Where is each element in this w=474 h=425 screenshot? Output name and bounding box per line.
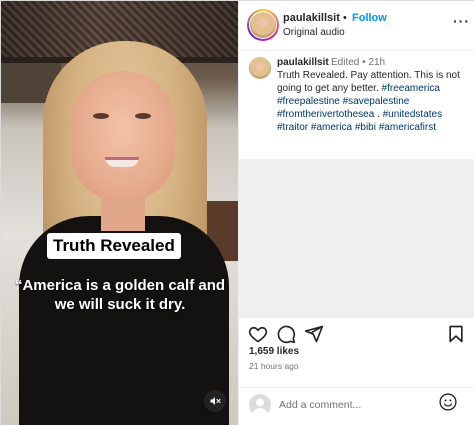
caption-edited-time: Edited • 21h bbox=[331, 57, 386, 68]
user-avatar bbox=[249, 394, 271, 416]
original-audio-link[interactable]: Original audio bbox=[283, 27, 345, 38]
hashtag-link[interactable]: #fromtherivertothesea bbox=[277, 109, 374, 120]
video-person-eye-left bbox=[93, 113, 109, 119]
emoji-icon[interactable] bbox=[438, 392, 458, 412]
follow-button[interactable]: Follow bbox=[352, 12, 387, 24]
hashtag-link[interactable]: #freeamerica bbox=[382, 83, 440, 94]
hashtag-link[interactable]: #savepalestine bbox=[343, 96, 410, 107]
speaker-muted-icon bbox=[210, 397, 221, 405]
comment-input[interactable] bbox=[279, 397, 429, 413]
video-title-caption: Truth Revealed bbox=[47, 233, 181, 259]
post-time-ago: 21 hours ago bbox=[249, 361, 299, 371]
hashtag-link[interactable]: #bibi bbox=[355, 122, 376, 133]
caption-username[interactable]: paulakillsit bbox=[277, 57, 329, 68]
avatar-image bbox=[250, 12, 276, 38]
post-header: paulakillsit • Follow Original audio ··· bbox=[239, 1, 474, 51]
comments-area bbox=[239, 159, 474, 317]
post-actions: 1,659 likes 21 hours ago bbox=[239, 317, 474, 387]
header-separator: • bbox=[343, 12, 347, 24]
hashtag-link[interactable]: #unitedstates bbox=[383, 109, 443, 120]
comment-bar bbox=[239, 387, 474, 425]
mute-button[interactable] bbox=[204, 390, 226, 412]
video-person-eye-right bbox=[135, 113, 151, 119]
video-person-face bbox=[71, 71, 175, 201]
default-avatar-icon bbox=[252, 398, 268, 416]
caption-punctuation: . bbox=[377, 109, 380, 120]
bookmark-icon[interactable] bbox=[446, 324, 466, 344]
likes-count[interactable]: 1,659 likes bbox=[249, 346, 299, 357]
share-icon[interactable] bbox=[304, 324, 324, 344]
comment-icon[interactable] bbox=[276, 324, 296, 344]
post-caption: paulakillsit Edited • 21h Truth Revealed… bbox=[239, 51, 474, 159]
hashtag-link[interactable]: #traitor bbox=[277, 122, 308, 133]
more-options-icon[interactable]: ··· bbox=[453, 13, 470, 29]
video-person-mouth bbox=[105, 157, 139, 167]
post-frame: Truth Revealed “America is a golden calf… bbox=[0, 0, 474, 425]
video-quote-caption: “America is a golden calf and we will su… bbox=[14, 277, 226, 313]
caption-avatar[interactable] bbox=[249, 57, 271, 79]
hashtag-link[interactable]: #freepalestine bbox=[277, 96, 340, 107]
heart-icon[interactable] bbox=[248, 324, 268, 344]
profile-avatar[interactable] bbox=[247, 9, 279, 41]
post-video[interactable]: Truth Revealed “America is a golden calf… bbox=[1, 1, 238, 425]
hashtag-link[interactable]: #americafirst bbox=[379, 122, 436, 133]
hashtag-link[interactable]: #america bbox=[311, 122, 352, 133]
caption-text-block: Truth Revealed. Pay attention. This is n… bbox=[277, 69, 473, 134]
post-sidebar: paulakillsit • Follow Original audio ···… bbox=[238, 1, 474, 425]
header-username[interactable]: paulakillsit bbox=[283, 12, 340, 24]
